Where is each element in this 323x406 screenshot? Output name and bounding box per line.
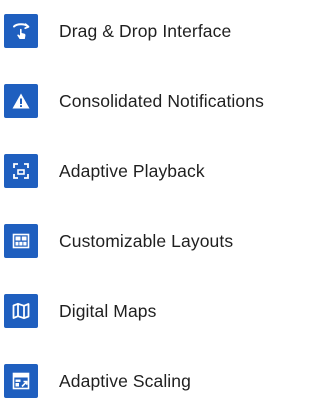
feature-item-drag-drop: Drag & Drop Interface [4,14,322,48]
feature-label: Digital Maps [59,300,157,321]
feature-label: Adaptive Scaling [59,370,191,391]
feature-item-playback: Adaptive Playback [4,154,322,188]
feature-item-notifications: Consolidated Notifications [4,84,322,118]
feature-list: Drag & Drop Interface Consolidated Notif… [0,0,323,406]
feature-item-layouts: Customizable Layouts [4,224,322,258]
map-icon [4,294,38,328]
feature-label: Customizable Layouts [59,230,234,251]
layout-grid-icon [4,224,38,258]
feature-label: Consolidated Notifications [59,90,264,111]
fit-screen-icon [4,154,38,188]
feature-item-maps: Digital Maps [4,294,322,328]
warning-icon [4,84,38,118]
touch-gesture-icon [4,14,38,48]
feature-label: Adaptive Playback [59,160,205,181]
feature-label: Drag & Drop Interface [59,20,232,41]
feature-item-scaling: Adaptive Scaling [4,364,322,398]
scaling-icon [4,364,38,398]
